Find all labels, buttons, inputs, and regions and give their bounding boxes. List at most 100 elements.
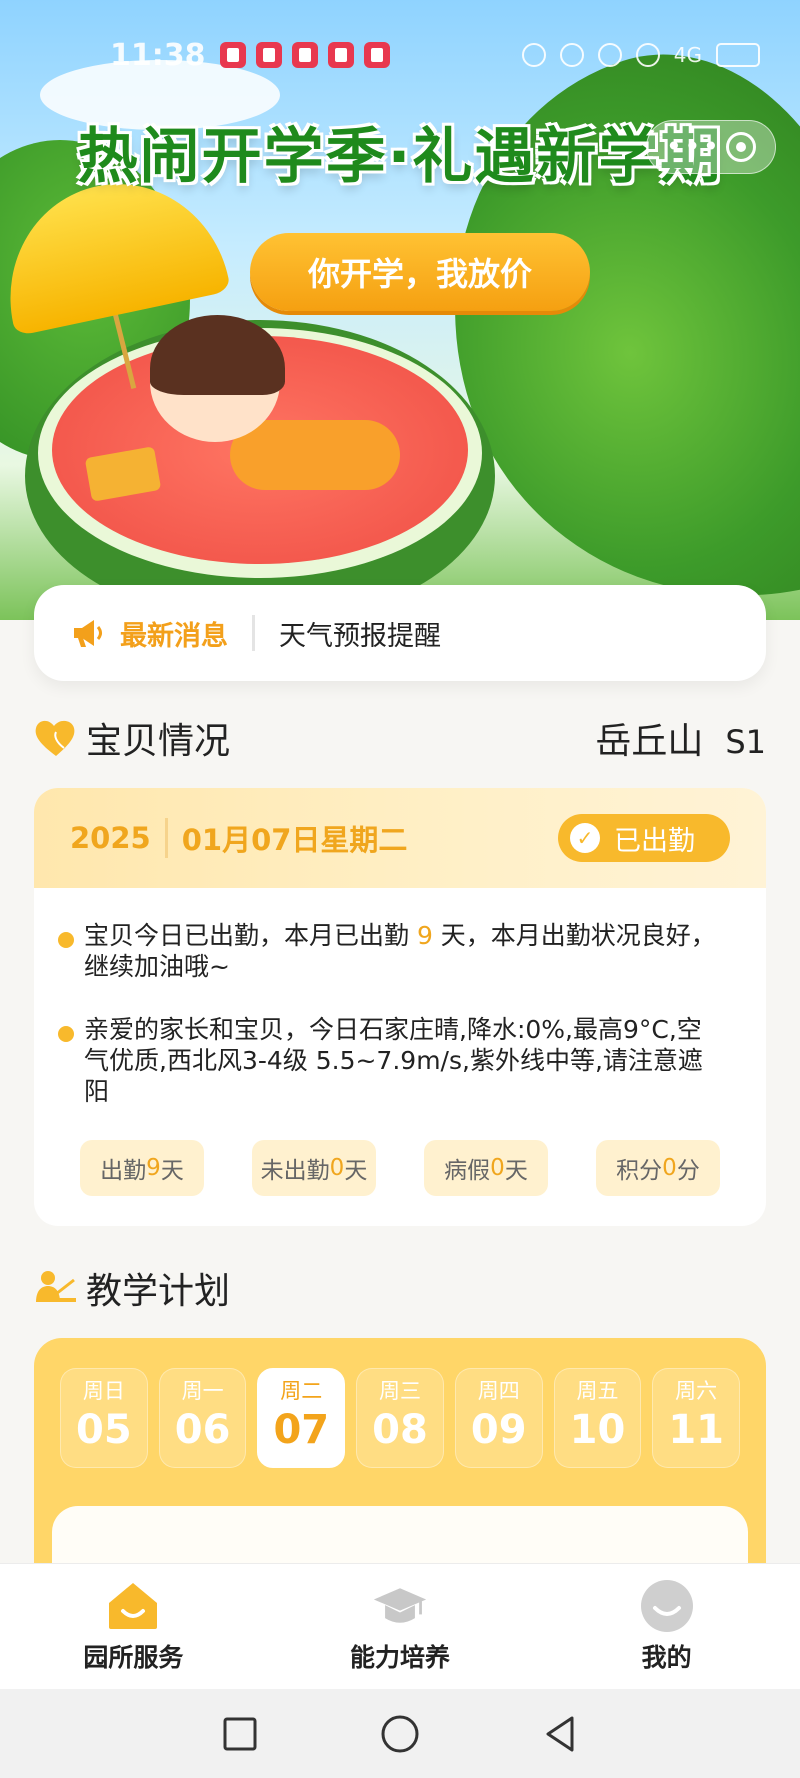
child-body-illustration [230,420,400,490]
speed-icon [559,43,584,67]
news-text[interactable]: 天气预报提醒 [279,614,441,653]
heart-icon [35,720,75,756]
stat-points[interactable]: 积分 0 分 [596,1140,720,1196]
tab-label: 能力培养 [349,1642,450,1672]
banner-pill[interactable]: 你开学，我放价 [250,233,590,311]
circle-icon [381,1715,419,1752]
stat-label: 病假 [444,1158,491,1184]
horn-icon [74,620,102,647]
attendance-days: 9 [416,921,433,950]
weekday-label: 周三 [379,1379,422,1403]
attendance-badge: ✓ 已出勤 [558,814,730,862]
tab-kindergarten-services[interactable]: 园所服务 [33,1580,233,1674]
system-nav-bar [0,1689,800,1778]
news-bar[interactable]: 最新消息 天气预报提醒 [34,585,766,681]
baby-section-header: 宝贝情况 岳丘山 S1 [34,712,766,764]
teacher-icon [36,1271,76,1302]
stat-unit: 天 [160,1158,184,1184]
attendance-text: 宝贝今日已出勤，本月已出勤 9 天，本月出勤状况良好，继续加油哦~ [84,920,726,982]
year-label: 2025 [70,821,151,855]
stat-unit: 天 [344,1158,368,1184]
date-number: 07 [273,1407,330,1453]
day-tab-wed[interactable]: 周三 08 [356,1368,444,1468]
bullet-dot [58,932,74,948]
stat-value: 0 [490,1155,505,1181]
hd-icon [521,43,546,67]
stat-unit: 天 [504,1158,528,1184]
status-indicators: 4G [521,43,760,67]
stat-value: 9 [146,1155,161,1181]
plan-section-title: 教学计划 [86,1271,231,1312]
close-target-icon[interactable] [726,132,757,162]
tab-ability-training[interactable]: 能力培养 [300,1580,500,1674]
status-time: 11:38 [110,37,206,73]
attendance-text-before: 宝贝今日已出勤，本月已出勤 [84,921,417,950]
notification-icon [291,42,318,68]
back-triangle-icon [546,1716,574,1751]
weather-message: 亲爱的家长和宝贝，今日石家庄晴,降水:0%,最高9°C,空气优质,西北风3-4级… [34,1014,766,1107]
class-name: S1 [725,723,766,761]
day-tab-sat[interactable]: 周六 11 [652,1368,741,1468]
date-number: 06 [174,1407,231,1453]
bottom-tab-bar: 园所服务 能力培养 我的 [0,1563,800,1689]
stat-value: 0 [329,1155,345,1181]
child-name: 岳丘山 [595,721,704,762]
stat-label: 积分 [616,1158,663,1184]
baby-section-title: 宝贝情况 [86,721,231,762]
home-button[interactable] [380,1714,420,1754]
date-number: 11 [668,1407,724,1453]
recents-button[interactable] [220,1714,260,1754]
bullet-dot [58,1026,74,1042]
news-divider [252,615,255,651]
stat-sick-leave[interactable]: 病假 0 天 [424,1140,548,1196]
attendance-stats: 出勤 9 天 未出勤 0 天 病假 0 天 积分 0 分 [34,1140,766,1196]
more-icon[interactable]: ••• [666,133,722,161]
notification-icon [363,42,390,68]
day-tab-tue[interactable]: 周二 07 [257,1368,346,1468]
back-button[interactable] [540,1714,580,1754]
attendance-message: 宝贝今日已出勤，本月已出勤 9 天，本月出勤状况良好，继续加油哦~ [34,920,766,982]
news-label: 最新消息 [120,620,228,652]
weekday-label: 周五 [576,1379,619,1403]
alarm-icon [635,43,660,67]
stat-attended[interactable]: 出勤 9 天 [80,1140,204,1196]
baby-status-card: 2025 01月07日星期二 ✓ 已出勤 宝贝今日已出勤，本月已出勤 9 天，本… [34,788,766,1226]
weekday-label: 周四 [477,1379,520,1403]
miniapp-capsule[interactable]: ••• [646,120,776,174]
stat-absent[interactable]: 未出勤 0 天 [252,1140,376,1196]
baby-card-header: 2025 01月07日星期二 ✓ 已出勤 [34,788,766,888]
weekday-label: 周一 [181,1379,224,1403]
vibrate-icon [597,43,622,67]
notification-icon [219,42,246,68]
attendance-status: 已出勤 [614,825,695,857]
tab-label: 园所服务 [83,1642,184,1672]
day-tab-mon[interactable]: 周一 06 [158,1368,247,1468]
date-number: 09 [470,1407,527,1453]
stat-value: 0 [662,1155,677,1181]
square-icon [223,1717,257,1750]
week-day-selector: 周日 05 周一 06 周二 07 周三 08 周四 09 周五 10 周六 1… [34,1338,766,1468]
day-tab-fri[interactable]: 周五 10 [553,1368,642,1468]
weekday-label: 周二 [280,1379,323,1403]
battery-icon [716,43,760,67]
date-label: 01月07日星期二 [181,823,408,857]
plan-section-header: 教学计划 [34,1262,766,1314]
date-number: 08 [372,1407,428,1453]
date-number: 10 [569,1407,626,1453]
child-info[interactable]: 岳丘山 S1 [595,712,766,764]
check-icon: ✓ [570,823,600,853]
stat-label: 出勤 [100,1158,147,1184]
notification-icon [327,42,354,68]
profile-icon [639,1579,695,1632]
weekday-label: 周六 [675,1379,718,1403]
day-tab-thu[interactable]: 周四 09 [454,1368,543,1468]
teaching-plan-card: 周日 05 周一 06 周二 07 周三 08 周四 09 周五 10 周六 1… [34,1338,766,1598]
home-icon [105,1580,161,1632]
promo-banner[interactable]: 热闹开学季·礼遇新学期 你开学，我放价 ••• [0,0,800,620]
stat-unit: 分 [676,1158,700,1184]
network-label: 4G [673,43,702,67]
day-tab-sun[interactable]: 周日 05 [60,1368,148,1468]
tab-mine[interactable]: 我的 [567,1579,767,1674]
graduation-cap-icon [372,1580,428,1632]
weather-text: 亲爱的家长和宝贝，今日石家庄晴,降水:0%,最高9°C,空气优质,西北风3-4级… [84,1015,703,1106]
